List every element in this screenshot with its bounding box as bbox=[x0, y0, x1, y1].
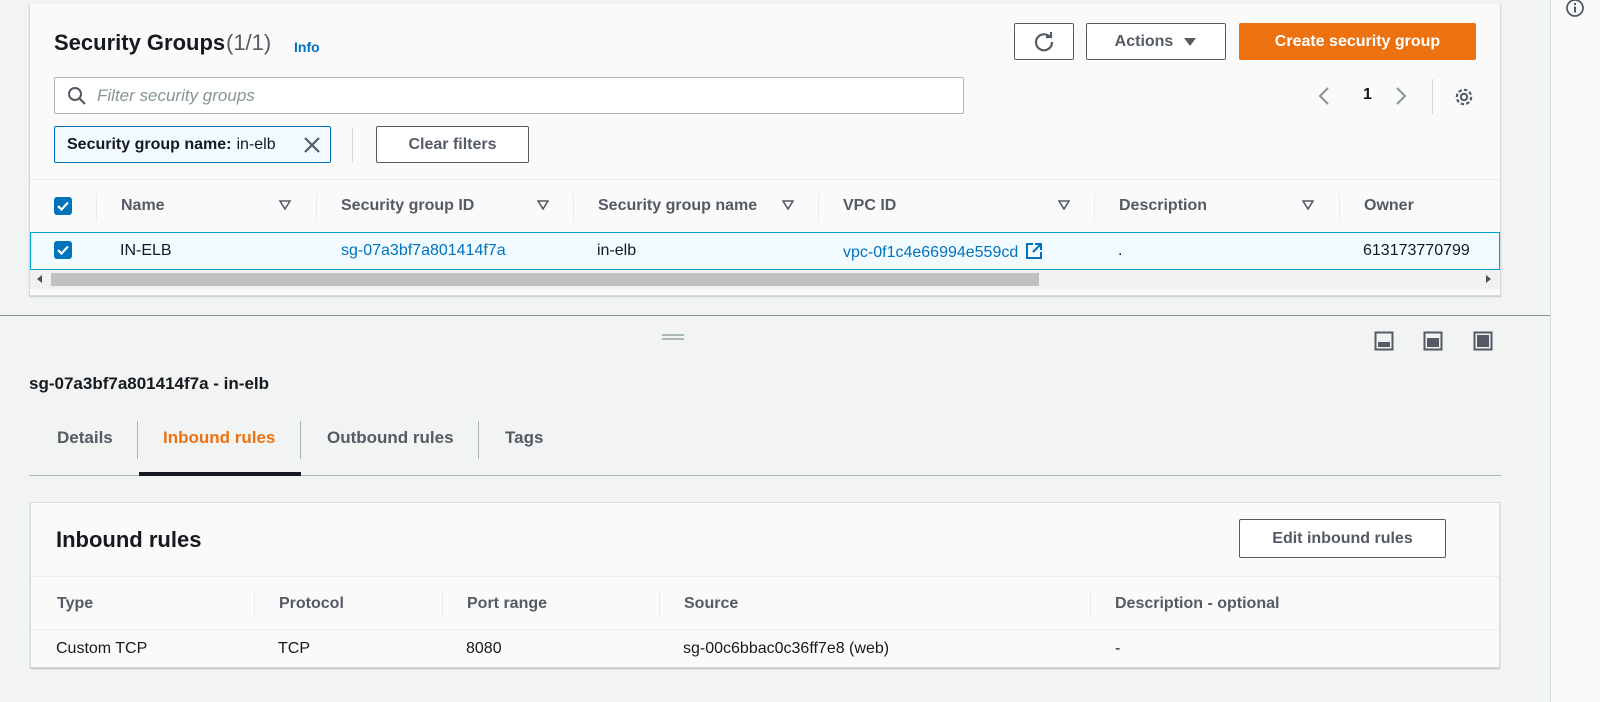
active-tab-indicator bbox=[139, 472, 301, 476]
filter-divider bbox=[352, 128, 353, 163]
panel-middle-icon[interactable] bbox=[1423, 331, 1443, 351]
search-input[interactable] bbox=[97, 83, 947, 109]
scroll-right-arrow[interactable] bbox=[1486, 275, 1491, 283]
column-divider bbox=[442, 590, 443, 618]
drag-handle-icon[interactable] bbox=[662, 334, 684, 340]
column-divider bbox=[316, 193, 317, 221]
select-all-checkbox[interactable] bbox=[54, 197, 72, 215]
column-divider bbox=[96, 193, 97, 221]
column-divider bbox=[1094, 193, 1095, 221]
info-icon[interactable] bbox=[1565, 0, 1585, 18]
gear-icon[interactable] bbox=[1453, 86, 1475, 108]
column-header-description[interactable]: Description bbox=[1119, 197, 1207, 215]
inbound-rules-panel: Inbound rules Edit inbound rules Type Pr… bbox=[30, 502, 1500, 668]
main-content: Security Groups (1/1) Info Actions Creat… bbox=[0, 0, 1550, 702]
column-header-type: Type bbox=[57, 595, 94, 612]
scrollbar-thumb[interactable] bbox=[51, 273, 1039, 286]
sort-down-icon[interactable] bbox=[1058, 200, 1070, 210]
column-header-port-range: Port range bbox=[467, 595, 548, 612]
caret-down-icon bbox=[1184, 37, 1197, 46]
column-header-owner[interactable]: Owner bbox=[1364, 197, 1414, 215]
checkmark-icon bbox=[57, 245, 69, 255]
close-icon[interactable] bbox=[302, 135, 322, 155]
sort-down-icon[interactable] bbox=[279, 200, 291, 210]
panel-full-icon[interactable] bbox=[1473, 331, 1493, 351]
sort-down-icon[interactable] bbox=[782, 200, 794, 210]
row-name: IN-ELB bbox=[120, 242, 172, 259]
edit-inbound-rules-button[interactable]: Edit inbound rules bbox=[1239, 519, 1446, 558]
column-header-protocol: Protocol bbox=[279, 595, 344, 612]
row-description: . bbox=[1118, 242, 1123, 259]
inbound-rules-title: Inbound rules bbox=[56, 527, 202, 552]
column-divider bbox=[818, 193, 819, 221]
security-groups-panel: Security Groups (1/1) Info Actions Creat… bbox=[29, 4, 1501, 296]
rule-description: - bbox=[1115, 640, 1121, 657]
vpc-id-link[interactable]: vpc-0f1c4e66994e559cd bbox=[843, 242, 1043, 262]
column-header-description-optional: Description - optional bbox=[1115, 595, 1280, 612]
column-header-source: Source bbox=[684, 595, 739, 612]
table-row[interactable]: IN-ELB sg-07a3bf7a801414f7a in-elb vpc-0… bbox=[30, 232, 1500, 270]
column-divider bbox=[1339, 193, 1340, 221]
table-header: Name Security group ID Security group na… bbox=[30, 179, 1500, 232]
current-page-number[interactable]: 1 bbox=[1363, 86, 1372, 104]
filter-search-box[interactable] bbox=[54, 77, 964, 114]
rule-port-range: 8080 bbox=[466, 640, 502, 657]
external-link-icon[interactable] bbox=[1025, 242, 1043, 260]
horizontal-scrollbar[interactable] bbox=[30, 270, 1500, 289]
selection-count: (1/1) bbox=[226, 30, 272, 55]
tab-divider bbox=[478, 421, 479, 459]
tab-tags[interactable]: Tags bbox=[505, 428, 543, 448]
column-header-security-group-name[interactable]: Security group name bbox=[598, 197, 757, 215]
detail-panel-title: sg-07a3bf7a801414f7a - in-elb bbox=[29, 374, 270, 393]
clear-filters-button[interactable]: Clear filters bbox=[376, 126, 529, 163]
column-divider bbox=[573, 193, 574, 221]
tab-divider bbox=[137, 421, 138, 459]
inbound-table-header: Type Protocol Port range Source Descript… bbox=[31, 576, 1499, 630]
row-owner: 613173770799 bbox=[1363, 242, 1470, 259]
column-header-name[interactable]: Name bbox=[121, 197, 165, 215]
vpc-id-text[interactable]: vpc-0f1c4e66994e559cd bbox=[843, 244, 1018, 261]
column-header-security-group-id[interactable]: Security group ID bbox=[341, 197, 474, 215]
row-security-group-name: in-elb bbox=[597, 242, 637, 259]
actions-label: Actions bbox=[1114, 32, 1174, 50]
sort-down-icon[interactable] bbox=[1302, 200, 1314, 210]
sort-down-icon[interactable] bbox=[537, 200, 549, 210]
refresh-icon bbox=[1034, 31, 1054, 51]
tab-details[interactable]: Details bbox=[57, 428, 113, 448]
panel-bottom-icon[interactable] bbox=[1374, 331, 1394, 351]
info-link[interactable]: Info bbox=[294, 39, 320, 55]
rule-type: Custom TCP bbox=[56, 640, 148, 657]
refresh-button[interactable] bbox=[1014, 23, 1074, 60]
checkmark-icon bbox=[57, 201, 69, 211]
rule-protocol: TCP bbox=[278, 640, 310, 657]
right-help-rail bbox=[1550, 0, 1600, 702]
column-divider bbox=[254, 590, 255, 618]
scroll-left-arrow[interactable] bbox=[37, 275, 42, 283]
column-header-vpc-id[interactable]: VPC ID bbox=[843, 197, 896, 215]
chevron-right-icon[interactable] bbox=[1394, 86, 1408, 106]
rule-source: sg-00c6bbac0c36ff7e8 (web) bbox=[683, 640, 890, 657]
actions-dropdown-button[interactable]: Actions bbox=[1086, 23, 1226, 60]
tab-divider bbox=[300, 421, 301, 459]
tab-inbound-rules[interactable]: Inbound rules bbox=[163, 428, 275, 448]
filter-token: Security group name: in-elb bbox=[54, 126, 331, 163]
create-security-group-button[interactable]: Create security group bbox=[1239, 23, 1476, 60]
column-divider bbox=[1090, 590, 1091, 618]
row-checkbox[interactable] bbox=[54, 241, 72, 259]
chevron-left-icon[interactable] bbox=[1317, 86, 1331, 106]
page-title: Security Groups bbox=[54, 30, 226, 55]
split-panel-divider bbox=[0, 315, 1550, 316]
column-divider bbox=[659, 590, 660, 618]
search-icon bbox=[68, 87, 86, 105]
security-group-id-link[interactable]: sg-07a3bf7a801414f7a bbox=[341, 242, 506, 260]
pager-divider bbox=[1432, 79, 1433, 114]
detail-tabs: Details Inbound rules Outbound rules Tag… bbox=[29, 419, 1501, 476]
filter-token-key: Security group name: bbox=[67, 135, 232, 153]
filter-token-value: in-elb bbox=[236, 135, 276, 153]
tab-outbound-rules[interactable]: Outbound rules bbox=[327, 428, 454, 448]
